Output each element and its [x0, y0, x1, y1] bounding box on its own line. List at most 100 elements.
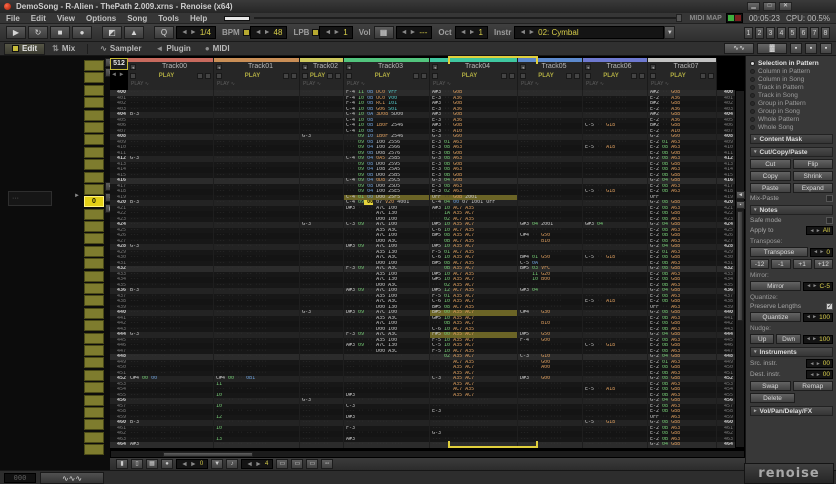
- sequence-slot[interactable]: [84, 233, 104, 245]
- volume-slider-handle[interactable]: [675, 14, 682, 22]
- track-option-button[interactable]: [421, 73, 427, 79]
- swap-button[interactable]: Swap: [750, 381, 791, 391]
- track-option-button[interactable]: [574, 73, 580, 79]
- edit-step-icon[interactable]: ●: [161, 459, 173, 469]
- track-play-label[interactable]: PLAY: [440, 73, 499, 79]
- record-mode-button[interactable]: ▭: [291, 459, 304, 469]
- pattern-follow-button[interactable]: ▦: [146, 459, 158, 469]
- sequence-slot[interactable]: [84, 332, 104, 344]
- track-header-7[interactable]: ◄ Track07 PLAY PLAY ∿: [648, 58, 717, 90]
- dest-instr-value[interactable]: ◄ ► 00: [806, 370, 833, 379]
- edit-step-value[interactable]: ◄ ► 0: [176, 459, 209, 469]
- master-volume-track[interactable]: [254, 14, 682, 22]
- track-collapse-icon[interactable]: ◄: [216, 63, 222, 70]
- preset-button-8[interactable]: 8: [821, 26, 830, 39]
- sequence-slot[interactable]: [84, 320, 104, 332]
- section-instruments[interactable]: ▾ Instruments: [750, 347, 833, 357]
- track-header-0[interactable]: ◄ Track00 PLAY PLAY ∿: [128, 58, 214, 90]
- bpm-value[interactable]: ◄ ► 48: [249, 26, 288, 39]
- sequence-slot[interactable]: [84, 307, 104, 319]
- expand-button[interactable]: Expand: [792, 183, 833, 193]
- track-play-label[interactable]: PLAY: [354, 73, 411, 79]
- tab-plugin[interactable]: ◄ Plugin: [148, 43, 197, 55]
- transpose-plus1-button[interactable]: +1: [792, 259, 812, 269]
- panel-toggle-button-2[interactable]: ▪: [736, 201, 745, 209]
- track-collapse-icon[interactable]: ◄: [650, 63, 656, 70]
- track-collapse-icon[interactable]: ◄: [302, 63, 308, 70]
- lpb-value[interactable]: ◄ ► 1: [319, 26, 353, 39]
- chord-mode-button[interactable]: ▭: [276, 459, 289, 469]
- sequence-slot[interactable]: [84, 295, 104, 307]
- sequence-slot[interactable]: [84, 258, 104, 270]
- pattern-cell[interactable]: G-2 04 G88: [648, 442, 717, 448]
- pattern-vscrollbar[interactable]: ◄ ▪: [735, 90, 745, 448]
- track-collapse-icon[interactable]: ◄: [520, 63, 526, 70]
- track-option-button[interactable]: [639, 73, 645, 79]
- minimize-button[interactable]: ▁: [747, 2, 760, 11]
- mix-paste-checkbox[interactable]: [826, 195, 833, 202]
- scope-option-group-in-song[interactable]: Group in Song: [750, 107, 833, 115]
- scopes-spectrum-button[interactable]: ▓: [757, 43, 787, 54]
- sequence-slot[interactable]: [84, 344, 104, 356]
- track-solo-button[interactable]: [631, 73, 637, 79]
- section-content-mask[interactable]: ▸ Content Mask: [750, 134, 833, 144]
- sequence-slot[interactable]: [84, 134, 104, 146]
- track-mute-button[interactable]: [650, 73, 656, 79]
- track-play-label[interactable]: PLAY: [593, 73, 629, 79]
- scope-option-track-in-pattern[interactable]: Track in Pattern: [750, 83, 833, 91]
- track-solo-button[interactable]: [566, 73, 572, 79]
- scope-option-selection-in-pattern[interactable]: Selection in Pattern: [750, 59, 833, 67]
- sequence-slot-active[interactable]: 0: [84, 196, 104, 208]
- track-option-button[interactable]: [205, 73, 211, 79]
- midi-trigger-button[interactable]: ▲: [124, 26, 144, 39]
- vscroll-handle[interactable]: [737, 211, 743, 321]
- sequence-slot[interactable]: [84, 183, 104, 195]
- pattern-cell[interactable]: A#3: [128, 442, 214, 448]
- flip-button[interactable]: Flip: [792, 159, 833, 169]
- sequence-slot[interactable]: [84, 121, 104, 133]
- track-mute-button[interactable]: [520, 73, 526, 79]
- transpose-minus1-button[interactable]: -1: [771, 259, 791, 269]
- menu-file[interactable]: File: [6, 14, 20, 23]
- scope-option-whole-pattern[interactable]: Whole Pattern: [750, 115, 833, 123]
- tab-midi[interactable]: ● MIDI: [198, 43, 237, 55]
- sequence-slot[interactable]: [84, 419, 104, 431]
- upper-frame-button-3[interactable]: ▪: [820, 43, 832, 54]
- quantize-toggle-button[interactable]: ▭: [306, 459, 319, 469]
- menu-tools[interactable]: Tools: [158, 14, 179, 23]
- delete-button[interactable]: Delete: [750, 393, 795, 403]
- sequence-slot[interactable]: [84, 221, 104, 233]
- menu-view[interactable]: View: [57, 14, 75, 23]
- close-button[interactable]: ✕: [779, 2, 792, 11]
- track-solo-button[interactable]: [197, 73, 203, 79]
- preset-button-2[interactable]: 2: [755, 26, 764, 39]
- cut-button[interactable]: Cut: [750, 159, 791, 169]
- track-option-button[interactable]: [708, 73, 714, 79]
- sequence-slot[interactable]: [84, 357, 104, 369]
- note-octave-value[interactable]: ◄ ► 4: [241, 459, 274, 469]
- tab-mix[interactable]: ⇅ Mix: [45, 43, 82, 55]
- tab-sampler[interactable]: ∿ Sampler: [93, 43, 148, 55]
- menu-help[interactable]: Help: [190, 14, 207, 23]
- quantize-button[interactable]: Quantize: [750, 312, 801, 322]
- shrink-button[interactable]: Shrink: [792, 171, 833, 181]
- remap-button[interactable]: Remap: [792, 381, 833, 391]
- pattern-cell[interactable]: --- ·· ·· -- ····: [214, 442, 300, 448]
- track-play-label[interactable]: PLAY: [528, 73, 564, 79]
- track-solo-button[interactable]: [327, 73, 334, 79]
- preset-button-3[interactable]: 3: [766, 26, 775, 39]
- track-mute-button[interactable]: [346, 73, 352, 79]
- pattern-cell[interactable]: --- ·· ··: [300, 442, 344, 448]
- preset-button-5[interactable]: 5: [788, 26, 797, 39]
- nudge-up-button[interactable]: Up: [750, 334, 775, 344]
- track-header-2[interactable]: ◄ Track02 PLAY PLAY ∿: [300, 58, 344, 90]
- loop-button[interactable]: ↻: [28, 26, 48, 39]
- pattern-length-box[interactable]: 512: [110, 58, 128, 70]
- upper-frame-button-1[interactable]: ▪: [790, 43, 802, 54]
- edit-step-dropdown[interactable]: ▼: [211, 459, 224, 469]
- track-collapse-icon[interactable]: ◄: [346, 63, 352, 70]
- track-option-button[interactable]: [509, 73, 515, 79]
- menu-song[interactable]: Song: [127, 14, 147, 23]
- stop-button[interactable]: ■: [50, 26, 70, 39]
- play-button[interactable]: ▶: [6, 26, 26, 39]
